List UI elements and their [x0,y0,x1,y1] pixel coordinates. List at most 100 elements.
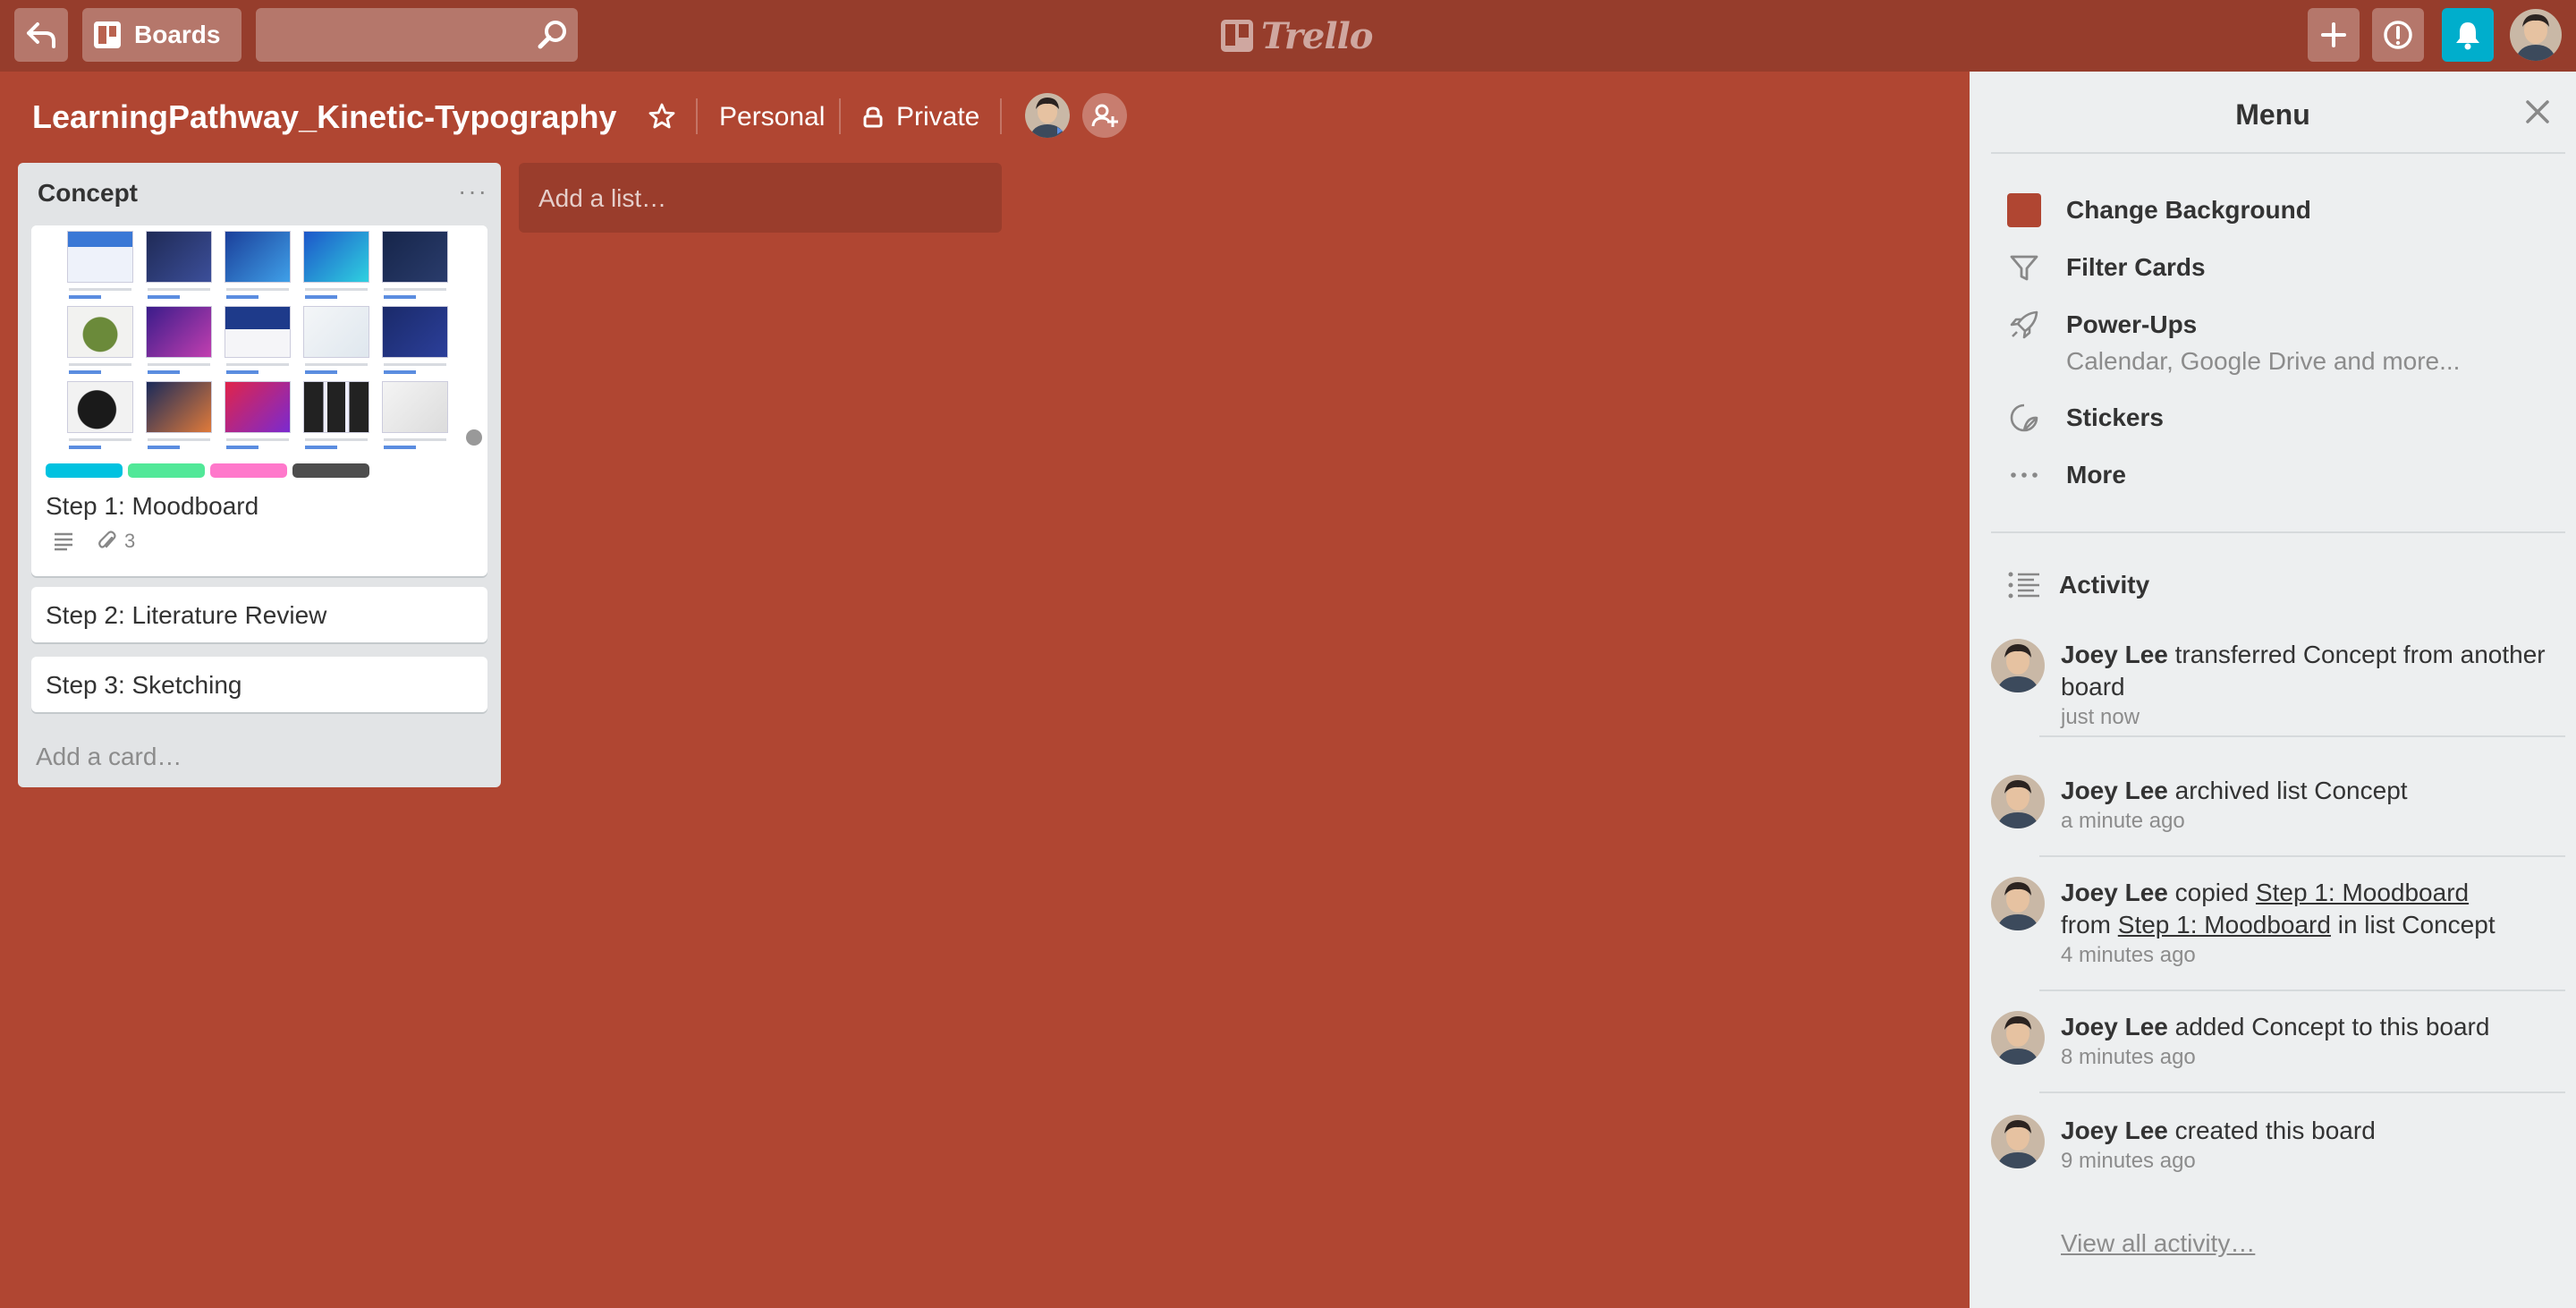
lock-icon [863,106,883,128]
thumbnail [303,231,369,306]
card-step-1[interactable]: Step 1: Moodboard 3 [31,225,487,576]
info-button[interactable] [2372,8,2424,62]
card-step-3[interactable]: Step 3: Sketching [31,657,487,712]
attachment-count: 3 [124,530,136,552]
activity-time[interactable]: 8 minutes ago [2061,1043,2562,1072]
more-icon [2011,472,2038,478]
avatar-portrait-icon [1991,877,2045,930]
thumbnail [67,306,133,381]
label-cyan [46,463,123,478]
thumbnail [382,381,448,449]
menu-divider [1991,152,2565,154]
activity-time[interactable]: just now [2061,703,2562,732]
menu-item-label: More [2066,461,2126,488]
avatar[interactable] [1991,775,2045,828]
menu-item-label: Power-Ups [2066,310,2198,338]
board-title[interactable]: LearningPathway_Kinetic-Typography [32,98,616,136]
thumbnail [382,231,448,306]
activity-divider [2039,989,2565,991]
menu-item-stickers[interactable]: Stickers [2007,401,2164,435]
member-avatar[interactable] [1025,93,1070,138]
header-divider [839,98,841,134]
activity-text: created this board [2174,1117,2376,1144]
trello-logo[interactable]: Trello [1220,13,1373,59]
cover-badge-icon [466,429,482,446]
list-title[interactable]: Concept [38,179,138,208]
visibility-button[interactable]: Private [862,102,979,132]
activity-body: Joey Lee created this board 9 minutes ag… [2061,1115,2562,1176]
avatar[interactable] [1991,1011,2045,1065]
activity-user[interactable]: Joey Lee [2061,879,2168,906]
activity-divider [2039,1091,2565,1093]
menu-item-power-ups[interactable]: Power-Ups [2007,308,2197,342]
boards-button[interactable]: Boards [82,8,242,62]
view-all-activity-link[interactable]: View all activity… [2061,1229,2255,1258]
create-button[interactable] [2308,8,2360,62]
card-link[interactable]: Step 1: Moodboard [2118,911,2331,939]
label-green [128,463,205,478]
add-member-button[interactable] [1082,93,1127,138]
thumbnail [225,306,291,381]
thumbnail [225,381,291,449]
menu-item-label: Stickers [2066,403,2164,431]
avatar-portrait-icon [1991,1011,2045,1065]
menu-item-label: Filter Cards [2066,253,2206,281]
filter-icon [2010,255,2038,281]
notifications-button[interactable] [2442,8,2494,62]
card-link[interactable]: Step 1: Moodboard [2256,879,2469,906]
card-cover-image [31,225,487,449]
list-menu-button[interactable]: ··· [458,177,488,206]
add-card-button[interactable]: Add a card… [36,743,182,771]
header-divider [1000,98,1002,134]
card-labels [46,463,369,478]
activity-text: copied [2174,879,2250,906]
add-member-icon [1091,104,1118,127]
power-ups-subtitle[interactable]: Calendar, Google Drive and more... [2066,347,2460,376]
activity-time[interactable]: 9 minutes ago [2061,1147,2562,1176]
menu-divider [1991,531,2565,533]
thumbnail [303,306,369,381]
menu-item-change-background[interactable]: Change Background [2007,193,2311,227]
thumbnail [146,231,212,306]
back-button[interactable] [14,8,68,62]
close-icon[interactable] [2522,97,2553,127]
search-icon[interactable] [537,19,569,51]
activity-header: Activity [2007,571,2149,599]
visibility-label: Private [896,102,980,132]
card-title: Step 3: Sketching [46,671,242,699]
board-menu-sidebar: Menu Change Background Filter Cards Powe… [1970,72,2576,1308]
activity-time[interactable]: a minute ago [2061,807,2562,836]
activity-user[interactable]: Joey Lee [2061,777,2168,804]
activity-text: from [2061,911,2111,939]
user-avatar[interactable] [2510,9,2562,61]
avatar[interactable] [1991,1115,2045,1168]
paperclip-icon [98,531,116,548]
activity-text: archived list Concept [2174,777,2408,804]
thumbnail [382,306,448,381]
logo-wordmark: Trello [1261,14,1373,57]
star-icon[interactable] [648,102,676,131]
activity-time[interactable]: 4 minutes ago [2061,941,2562,970]
boards-label: Boards [134,21,221,48]
bell-icon [2456,22,2479,50]
avatar[interactable] [1991,639,2045,692]
activity-user[interactable]: Joey Lee [2061,1013,2168,1040]
avatar-portrait-icon [1025,93,1070,138]
activity-divider [2039,735,2565,737]
list-concept: Concept ··· Step 1: Moodboard 3 Step 2: … [18,163,501,787]
add-list-button[interactable]: Add a list… [519,163,1002,233]
menu-item-more[interactable]: More [2007,458,2126,492]
activity-user[interactable]: Joey Lee [2061,1117,2168,1144]
search-box[interactable] [256,8,578,62]
team-button[interactable]: Personal [719,102,825,132]
avatar-portrait-icon [1991,775,2045,828]
back-arrow-icon [27,22,55,48]
avatar[interactable] [1991,877,2045,930]
card-step-2[interactable]: Step 2: Literature Review [31,587,487,642]
activity-user[interactable]: Joey Lee [2061,641,2168,668]
card-badges: 3 [53,530,135,553]
search-input[interactable] [256,8,524,62]
menu-item-filter-cards[interactable]: Filter Cards [2007,251,2206,285]
thumbnail [67,381,133,449]
avatar-portrait-icon [2510,9,2562,61]
